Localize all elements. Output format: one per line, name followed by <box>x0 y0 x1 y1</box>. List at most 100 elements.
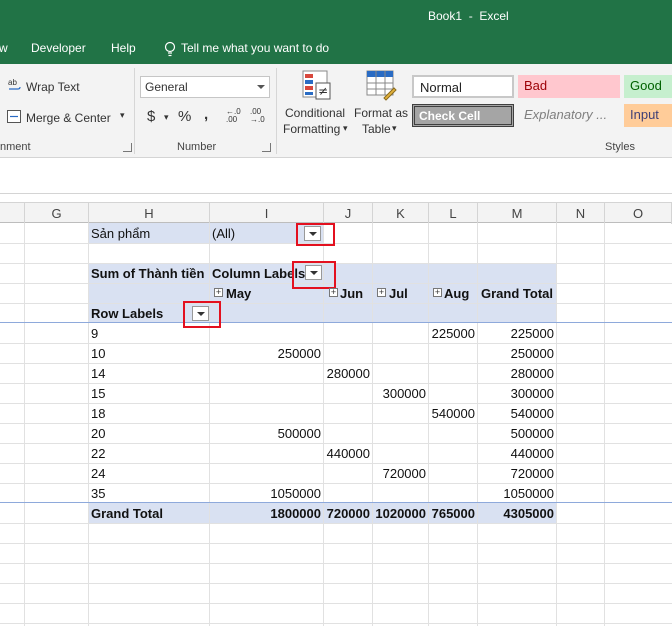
formula-bar[interactable] <box>0 158 672 194</box>
tab-help[interactable]: Help <box>111 41 136 55</box>
pivot-cell-jul[interactable] <box>373 323 429 343</box>
pivot-row-label[interactable]: 20 <box>91 423 206 443</box>
lightbulb-icon <box>164 41 176 57</box>
pivot-cell-may[interactable] <box>210 323 324 343</box>
increase-decimal-button[interactable]: ←.0 .00 <box>226 108 246 124</box>
pivot-cell-total[interactable]: 500000 <box>478 423 557 443</box>
pivot-cell-total[interactable]: 720000 <box>478 463 557 483</box>
style-explanatory[interactable]: Explanatory ... <box>518 104 620 127</box>
currency-button[interactable]: $ <box>147 108 155 125</box>
pivot-grand-total-header: Grand Total <box>481 286 553 301</box>
style-good[interactable]: Good <box>624 75 672 98</box>
pivot-cell-jun[interactable] <box>324 323 373 343</box>
pivot-cell-aug[interactable] <box>429 443 478 463</box>
expand-plus-icon[interactable]: + <box>433 288 442 297</box>
pivot-row-label[interactable]: 22 <box>91 443 206 463</box>
pivot-cell-jul[interactable] <box>373 363 429 383</box>
pivot-row-label[interactable]: 14 <box>91 363 206 383</box>
pivot-cell-jul[interactable] <box>373 423 429 443</box>
pivot-cell-jun[interactable] <box>324 343 373 363</box>
expand-plus-icon[interactable]: + <box>377 288 386 297</box>
pivot-row-label[interactable]: 18 <box>91 403 206 423</box>
pivot-cell-jul[interactable] <box>373 343 429 363</box>
style-normal[interactable]: Normal <box>412 75 514 98</box>
pivot-cell-jun[interactable] <box>324 463 373 483</box>
pivot-cell-total[interactable]: 540000 <box>478 403 557 423</box>
style-check-cell[interactable]: Check Cell <box>412 104 514 127</box>
column-header-m[interactable]: M <box>478 203 557 224</box>
chevron-down-icon[interactable]: ▾ <box>120 110 125 121</box>
percent-button[interactable]: % <box>178 108 191 125</box>
pivot-row-label[interactable]: 35 <box>91 483 206 503</box>
pivot-cell-may[interactable] <box>210 383 324 403</box>
column-header-n[interactable]: N <box>557 203 605 224</box>
decrease-decimal-button[interactable]: .00 →.0 <box>250 108 270 124</box>
pivot-cell-may[interactable] <box>210 463 324 483</box>
grand-total-may: 1800000 <box>270 506 321 521</box>
pivot-cell-aug[interactable] <box>429 463 478 483</box>
chevron-down-icon[interactable]: ▾ <box>164 112 169 123</box>
pivot-cell-jul[interactable] <box>373 403 429 423</box>
pivot-cell-total[interactable]: 1050000 <box>478 483 557 503</box>
tab-developer[interactable]: Developer <box>31 41 86 55</box>
pivot-cell-may[interactable]: 250000 <box>210 343 324 363</box>
pivot-cell-jul[interactable]: 720000 <box>373 463 429 483</box>
pivot-cell-total[interactable]: 250000 <box>478 343 557 363</box>
pivot-filter-value[interactable]: (All) <box>212 223 235 243</box>
pivot-cell-aug[interactable] <box>429 423 478 443</box>
pivot-cell-total[interactable]: 225000 <box>478 323 557 343</box>
pivot-cell-aug[interactable] <box>429 343 478 363</box>
column-header-k[interactable]: K <box>373 203 429 224</box>
style-bad[interactable]: Bad <box>518 75 620 98</box>
column-header-h[interactable]: H <box>89 203 210 224</box>
number-launcher-icon[interactable] <box>262 143 271 152</box>
worksheet-grid[interactable]: Sản phẩm (All) Sum of Thành tiền Column … <box>0 223 672 626</box>
pivot-cell-jul[interactable] <box>373 483 429 503</box>
pivot-cell-may[interactable]: 1050000 <box>210 483 324 503</box>
pivot-cell-jun[interactable] <box>324 383 373 403</box>
window-title: Book1 - Excel <box>428 9 509 23</box>
pivot-row-label[interactable]: 24 <box>91 463 206 483</box>
expand-plus-icon[interactable]: + <box>214 288 223 297</box>
pivot-cell-may[interactable] <box>210 403 324 423</box>
column-header-partial[interactable] <box>0 203 25 224</box>
pivot-cell-jun[interactable] <box>324 403 373 423</box>
chevron-down-icon <box>257 85 265 89</box>
tell-me-search[interactable]: Tell me what you want to do <box>181 41 329 55</box>
pivot-cell-jul[interactable]: 300000 <box>373 383 429 403</box>
tab-view-partial[interactable]: w <box>0 41 8 55</box>
style-input[interactable]: Input <box>624 104 672 127</box>
column-header-g[interactable]: G <box>25 203 89 224</box>
pivot-cell-aug[interactable] <box>429 363 478 383</box>
alignment-launcher-icon[interactable] <box>123 143 132 152</box>
number-format-dropdown[interactable]: General <box>140 76 270 98</box>
pivot-cell-total[interactable]: 300000 <box>478 383 557 403</box>
column-header-i[interactable]: I <box>210 203 324 224</box>
comma-button[interactable]: , <box>204 106 208 123</box>
pivot-cell-jul[interactable] <box>373 443 429 463</box>
pivot-row-label[interactable]: 9 <box>91 323 206 343</box>
pivot-cell-aug[interactable]: 225000 <box>429 323 478 343</box>
format-as-table-label-1: Format as <box>354 106 409 120</box>
column-header-o[interactable]: O <box>605 203 672 224</box>
pivot-cell-may[interactable] <box>210 443 324 463</box>
chevron-down-icon: ▾ <box>392 123 397 133</box>
pivot-cell-aug[interactable] <box>429 383 478 403</box>
pivot-row-label[interactable]: 15 <box>91 383 206 403</box>
pivot-cell-may[interactable]: 500000 <box>210 423 324 443</box>
pivot-cell-total[interactable]: 280000 <box>478 363 557 383</box>
highlight-box <box>296 223 335 246</box>
expand-plus-icon[interactable]: + <box>329 288 338 297</box>
pivot-row-label[interactable]: 10 <box>91 343 206 363</box>
pivot-cell-jun[interactable] <box>324 483 373 503</box>
svg-text:ab: ab <box>8 78 17 87</box>
pivot-cell-aug[interactable]: 540000 <box>429 403 478 423</box>
column-header-l[interactable]: L <box>429 203 478 224</box>
pivot-cell-aug[interactable] <box>429 483 478 503</box>
pivot-cell-jun[interactable]: 440000 <box>324 443 373 463</box>
pivot-cell-total[interactable]: 440000 <box>478 443 557 463</box>
pivot-cell-jun[interactable] <box>324 423 373 443</box>
pivot-cell-may[interactable] <box>210 363 324 383</box>
pivot-cell-jun[interactable]: 280000 <box>324 363 373 383</box>
column-header-j[interactable]: J <box>324 203 373 224</box>
